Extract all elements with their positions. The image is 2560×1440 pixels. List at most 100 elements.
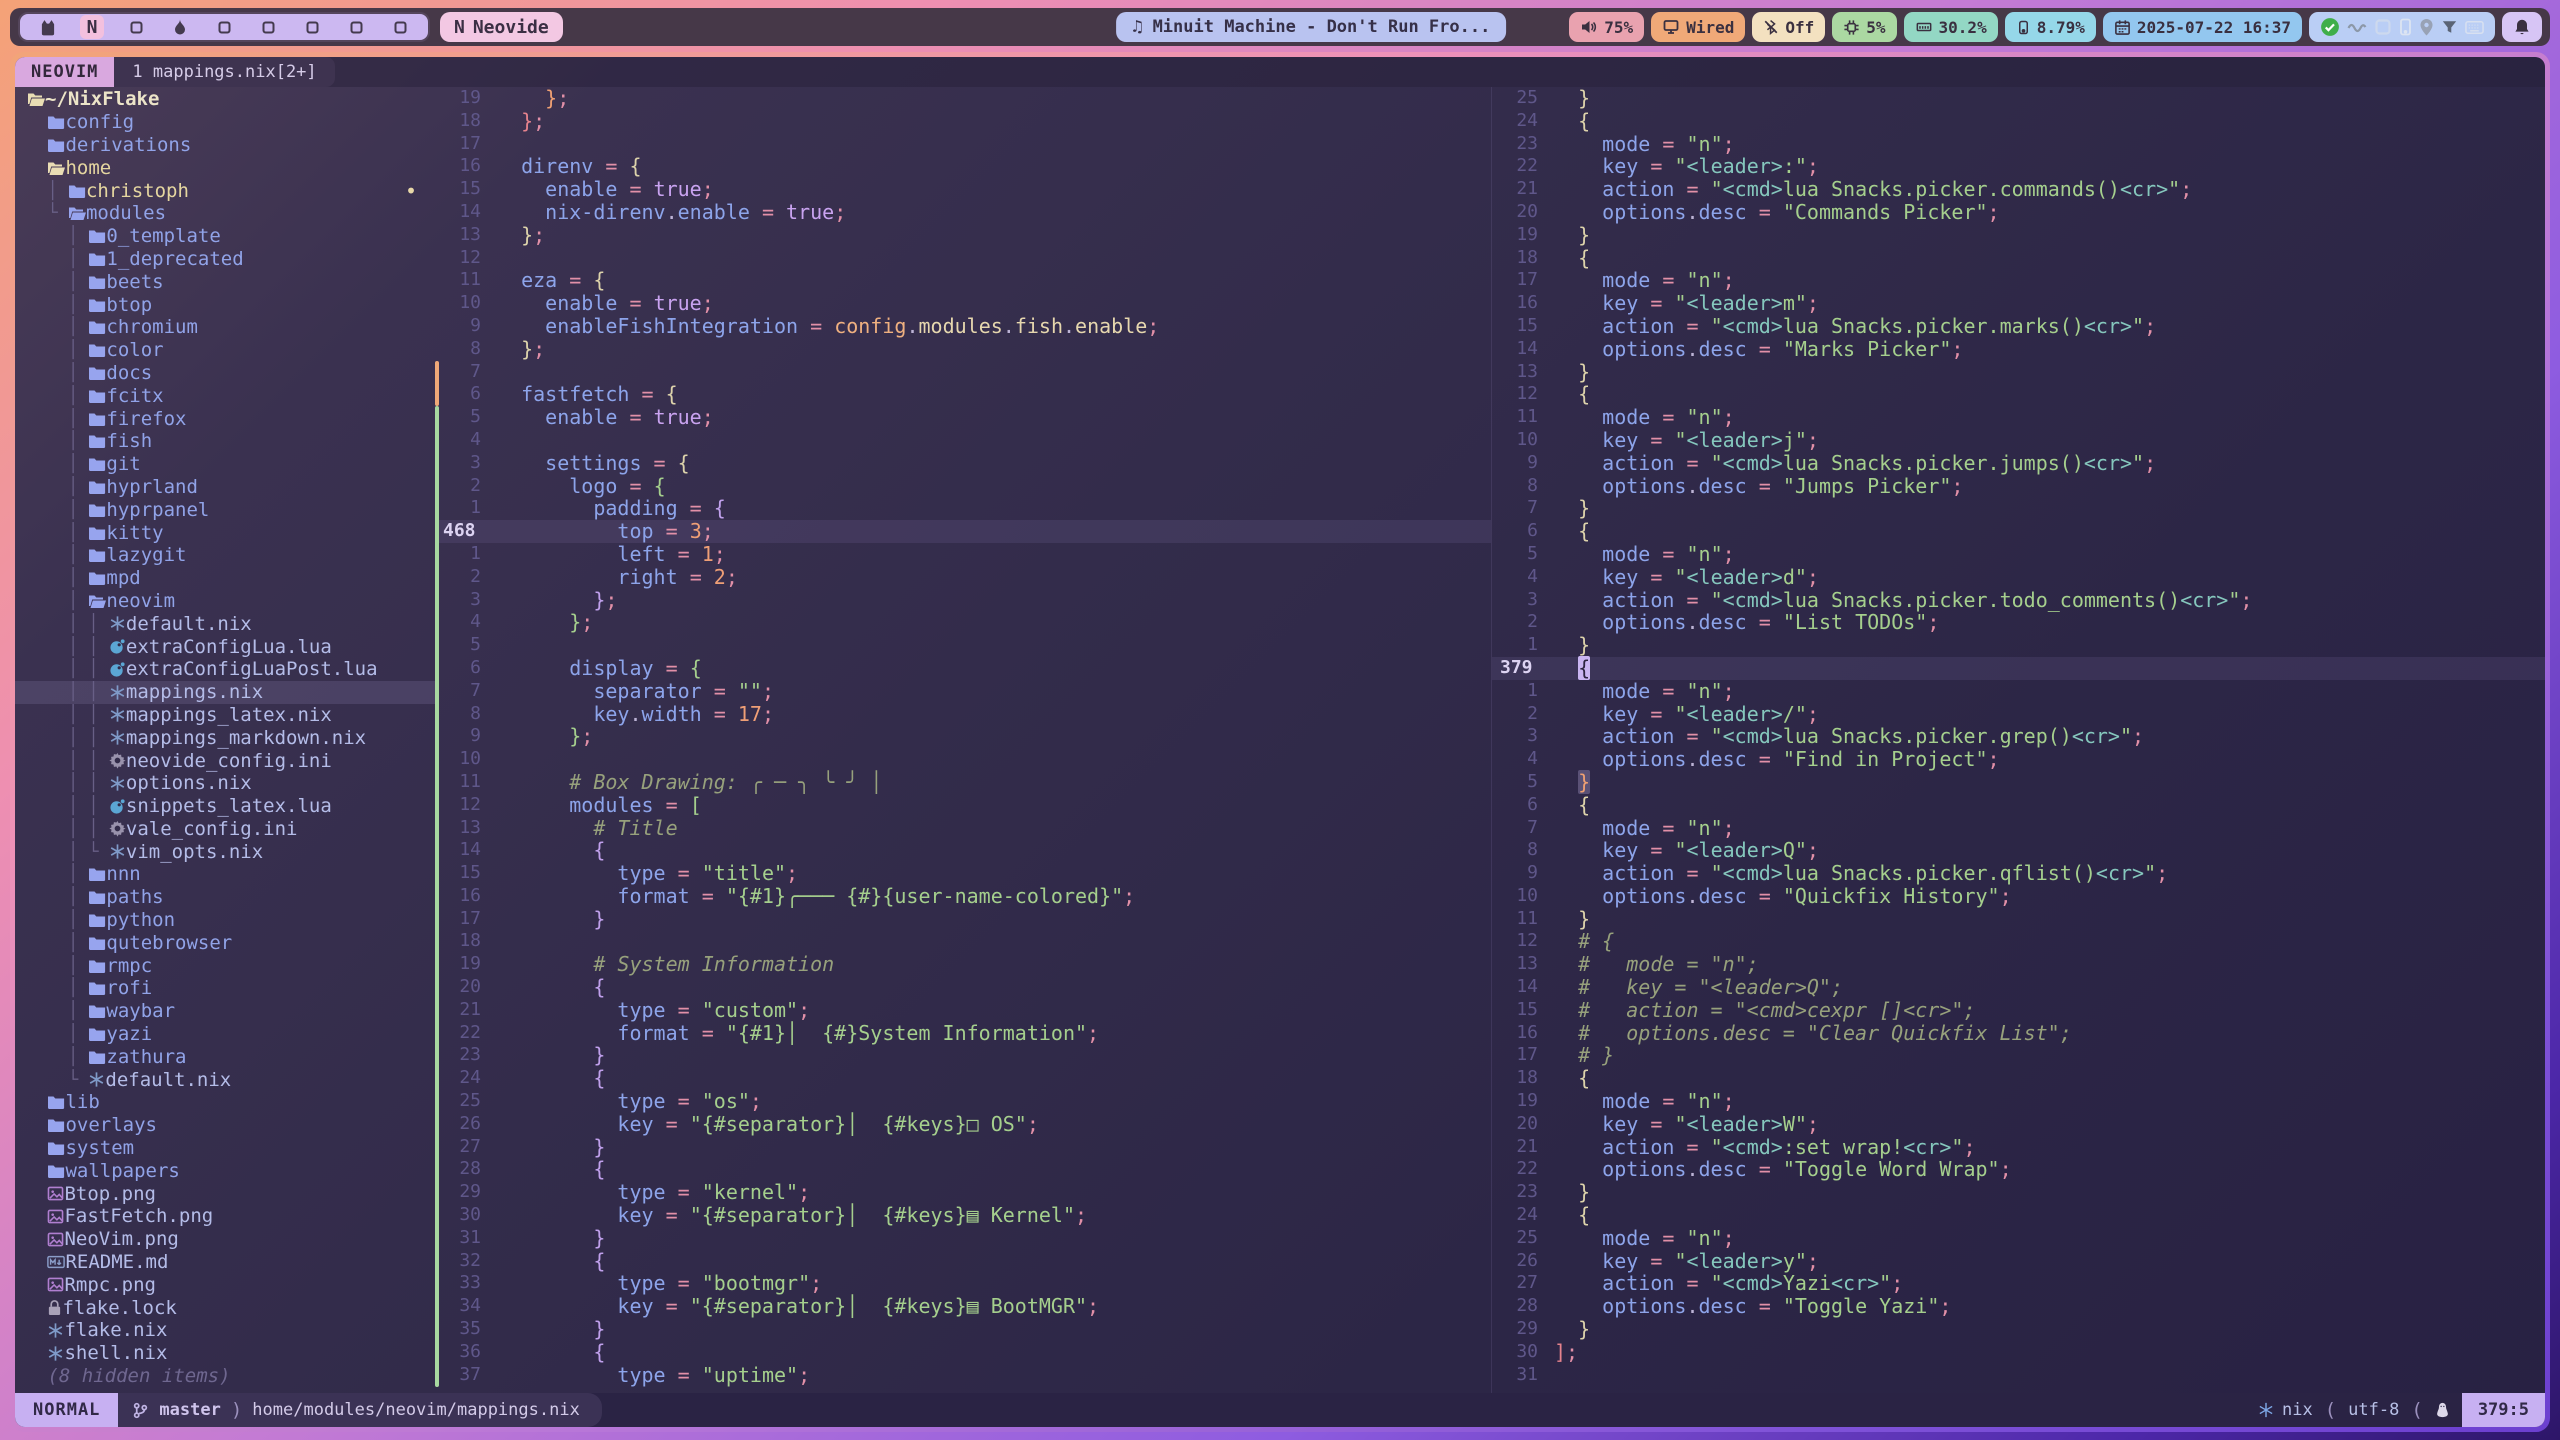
- left-pane-code-line[interactable]: 3 };: [435, 589, 1491, 612]
- tree-item-~/NixFlake[interactable]: ~/NixFlake: [15, 88, 435, 111]
- right-pane-code-line[interactable]: 5 mode = "n";: [1492, 543, 2545, 566]
- right-pane-code-line[interactable]: 15 # action = "<cmd>cexpr []<cr>";: [1492, 999, 2545, 1022]
- workspace-1[interactable]: [36, 15, 60, 39]
- workspace-4[interactable]: [168, 15, 192, 39]
- tree-item-waybar[interactable]: │ waybar: [15, 1000, 435, 1023]
- right-pane-code-line[interactable]: 10 key = "<leader>j";: [1492, 429, 2545, 452]
- workspace-6[interactable]: [256, 15, 280, 39]
- right-pane-code-line[interactable]: 12 {: [1492, 383, 2545, 406]
- right-pane-code-line[interactable]: 28 options.desc = "Toggle Yazi";: [1492, 1295, 2545, 1318]
- left-pane-code-line[interactable]: 30 key = "{#separator}│ {#keys}▤ Kernel"…: [435, 1204, 1491, 1227]
- notifications-button[interactable]: [2502, 12, 2542, 42]
- right-pane-code-line[interactable]: 14 options.desc = "Marks Picker";: [1492, 338, 2545, 361]
- tree-item-nnn[interactable]: │ nnn: [15, 863, 435, 886]
- right-pane-code-line[interactable]: 6 {: [1492, 520, 2545, 543]
- right-pane-code-line[interactable]: 19 }: [1492, 224, 2545, 247]
- tree-item-wallpapers[interactable]: wallpapers: [15, 1159, 435, 1182]
- left-pane-code-line[interactable]: 2 logo = {: [435, 475, 1491, 498]
- right-pane-code-line[interactable]: 3 action = "<cmd>lua Snacks.picker.grep(…: [1492, 725, 2545, 748]
- right-pane-code-line[interactable]: 11 }: [1492, 908, 2545, 931]
- right-pane-code-line[interactable]: 13 }: [1492, 361, 2545, 384]
- left-pane-cursor-line[interactable]: 468 top = 3;: [435, 520, 1491, 543]
- module-network[interactable]: Wired: [1651, 12, 1745, 42]
- module-volume[interactable]: 75%: [1569, 12, 1644, 42]
- tree-item-btop[interactable]: │ btop: [15, 293, 435, 316]
- right-pane-code-line[interactable]: 13 # mode = "n";: [1492, 953, 2545, 976]
- right-pane-code-line[interactable]: 1 }: [1492, 634, 2545, 657]
- right-pane-code-line[interactable]: 14 # key = "<leader>Q";: [1492, 976, 2545, 999]
- right-pane-code-line[interactable]: 15 action = "<cmd>lua Snacks.picker.mark…: [1492, 315, 2545, 338]
- workspace-2-active[interactable]: N: [80, 15, 104, 39]
- right-pane-code-line[interactable]: 22 options.desc = "Toggle Word Wrap";: [1492, 1158, 2545, 1181]
- right-pane-code-line[interactable]: 16 key = "<leader>m";: [1492, 292, 2545, 315]
- right-pane-code-line[interactable]: 7 }: [1492, 497, 2545, 520]
- left-pane-code-line[interactable]: 12 modules = [: [435, 794, 1491, 817]
- right-pane-code-line[interactable]: 2 key = "<leader>/";: [1492, 703, 2545, 726]
- tree-item-firefox[interactable]: │ firefox: [15, 407, 435, 430]
- left-pane-code-line[interactable]: 33 type = "bootmgr";: [435, 1272, 1491, 1295]
- module-disk[interactable]: 8.79%: [2005, 12, 2096, 42]
- right-pane-code-line[interactable]: 18 {: [1492, 247, 2545, 270]
- right-pane-code-line[interactable]: 7 mode = "n";: [1492, 817, 2545, 840]
- left-pane-code-line[interactable]: 14 {: [435, 839, 1491, 862]
- right-pane-code-line[interactable]: 16 # options.desc = "Clear Quickfix List…: [1492, 1022, 2545, 1045]
- left-pane-code-line[interactable]: 35 }: [435, 1318, 1491, 1341]
- tree-item-hyprpanel[interactable]: │ hyprpanel: [15, 498, 435, 521]
- tree-item-system[interactable]: system: [15, 1137, 435, 1160]
- left-pane-code-line[interactable]: 6 fastfetch = {: [435, 383, 1491, 406]
- right-pane-code-line[interactable]: 29 }: [1492, 1318, 2545, 1341]
- right-pane-code-line[interactable]: 17 # }: [1492, 1044, 2545, 1067]
- left-pane-code-line[interactable]: 16 direnv = {: [435, 155, 1491, 178]
- left-pane-code-line[interactable]: 31 }: [435, 1227, 1491, 1250]
- tree-item-python[interactable]: │ python: [15, 909, 435, 932]
- right-pane-code-line[interactable]: 30];: [1492, 1341, 2545, 1364]
- tree-item-vale_config.ini[interactable]: │ │ vale_config.ini: [15, 818, 435, 841]
- left-pane-code-line[interactable]: 17 }: [435, 908, 1491, 931]
- tree-item-default.nix[interactable]: │ │ default.nix: [15, 612, 435, 635]
- left-pane-code-line[interactable]: 15 type = "title";: [435, 862, 1491, 885]
- right-pane-code-line[interactable]: 17 mode = "n";: [1492, 269, 2545, 292]
- workspace-9[interactable]: [388, 15, 412, 39]
- right-pane-code-line[interactable]: 21 action = "<cmd>:set wrap!<cr>";: [1492, 1136, 2545, 1159]
- tree-item-0_template[interactable]: │ 0_template: [15, 225, 435, 248]
- left-pane-code-line[interactable]: 7: [435, 361, 1491, 384]
- module-cpu[interactable]: 5%: [1832, 12, 1896, 42]
- tree-item-color[interactable]: │ color: [15, 339, 435, 362]
- tree-item-overlays[interactable]: overlays: [15, 1114, 435, 1137]
- workspace-7[interactable]: [300, 15, 324, 39]
- left-pane-code-line[interactable]: 7 separator = "";: [435, 680, 1491, 703]
- tree-item-config[interactable]: config: [15, 111, 435, 134]
- tray-window-icon[interactable]: [2374, 18, 2392, 36]
- right-pane-code-line[interactable]: 22 key = "<leader>:";: [1492, 155, 2545, 178]
- left-pane-code-line[interactable]: 15 enable = true;: [435, 178, 1491, 201]
- tree-item-derivations[interactable]: derivations: [15, 134, 435, 157]
- left-pane-code-line[interactable]: 28 {: [435, 1158, 1491, 1181]
- tree-item-README.md[interactable]: README.md: [15, 1251, 435, 1274]
- tree-item-NeoVim.png[interactable]: NeoVim.png: [15, 1228, 435, 1251]
- tree-item-zathura[interactable]: │ zathura: [15, 1045, 435, 1068]
- right-pane-code-line[interactable]: 20 options.desc = "Commands Picker";: [1492, 201, 2545, 224]
- left-pane-code-line[interactable]: 23 }: [435, 1044, 1491, 1067]
- left-pane-code-line[interactable]: 22 format = "{#1}│ {#}System Information…: [435, 1022, 1491, 1045]
- left-pane-code-line[interactable]: 11 # Box Drawing: ╭ ─ ╮ ╰ ╯ │: [435, 771, 1491, 794]
- tree-item-paths[interactable]: │ paths: [15, 886, 435, 909]
- right-pane-code-line[interactable]: 10 options.desc = "Quickfix History";: [1492, 885, 2545, 908]
- right-pane-code-line[interactable]: 26 key = "<leader>y";: [1492, 1250, 2545, 1273]
- right-pane-code-line[interactable]: 23 }: [1492, 1181, 2545, 1204]
- right-pane-code-line[interactable]: 8 options.desc = "Jumps Picker";: [1492, 475, 2545, 498]
- left-pane-code-line[interactable]: 4: [435, 429, 1491, 452]
- tree-item-lazygit[interactable]: │ lazygit: [15, 544, 435, 567]
- left-pane-code-line[interactable]: 12: [435, 247, 1491, 270]
- left-pane-code-line[interactable]: 8 };: [435, 338, 1491, 361]
- right-pane-code-line[interactable]: 11 mode = "n";: [1492, 406, 2545, 429]
- left-pane-code-line[interactable]: 10: [435, 748, 1491, 771]
- right-pane-code-line[interactable]: 3 action = "<cmd>lua Snacks.picker.todo_…: [1492, 589, 2545, 612]
- tree-item-Rmpc.png[interactable]: Rmpc.png: [15, 1273, 435, 1296]
- left-pane-code-line[interactable]: 8 key.width = 17;: [435, 703, 1491, 726]
- right-pane-code-line[interactable]: 18 {: [1492, 1067, 2545, 1090]
- left-pane-code-line[interactable]: 29 type = "kernel";: [435, 1181, 1491, 1204]
- left-pane-code-line[interactable]: 2 right = 2;: [435, 566, 1491, 589]
- right-pane-code-line[interactable]: 4 options.desc = "Find in Project";: [1492, 748, 2545, 771]
- tree-item-home[interactable]: home: [15, 156, 435, 179]
- tree-item-mappings_latex.nix[interactable]: │ │ mappings_latex.nix: [15, 704, 435, 727]
